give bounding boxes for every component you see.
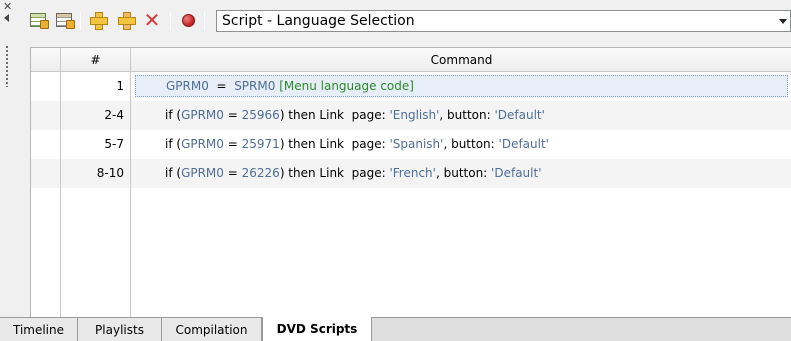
toolbar-separator: [80, 12, 81, 30]
command-token: Link: [319, 166, 344, 180]
script-select[interactable]: Script - Language Selection: [216, 10, 791, 32]
record-icon: [181, 13, 195, 27]
command-token: SPRM0: [234, 79, 276, 93]
command-cell[interactable]: if (GPRM0 = 25966) then Link page: 'Engl…: [135, 104, 788, 126]
command-token: page:: [344, 137, 390, 151]
command-cell[interactable]: if (GPRM0 = 26226) then Link page: 'Fren…: [135, 162, 788, 184]
delete-command-icon: ✕: [143, 8, 161, 32]
chevron-down-icon[interactable]: [779, 19, 787, 24]
tab-compilation[interactable]: Compilation: [162, 318, 262, 341]
command-token: , button:: [443, 137, 499, 151]
command-token: Link: [319, 137, 344, 151]
table-row[interactable]: 2-4 if (GPRM0 = 25966) then Link page: 'E…: [31, 101, 791, 130]
tab-dvd-scripts[interactable]: DVD Scripts: [262, 317, 372, 341]
command-token: GPRM0: [181, 137, 224, 151]
command-token: 25971: [241, 137, 280, 151]
command-token: if (: [165, 166, 182, 180]
command-token: [Menu language code]: [275, 79, 414, 93]
command-token: if (: [165, 108, 182, 122]
command-token: 'Spanish': [389, 137, 444, 151]
row-indicator-header: [31, 48, 61, 72]
command-cell[interactable]: GPRM0 = SPRM0 [Menu language code]: [135, 75, 788, 97]
command-token: Link: [319, 108, 344, 122]
command-token: 26226: [241, 166, 280, 180]
command-grid: # Command 1 GPRM0 = SPRM0 [Menu language …: [30, 47, 791, 318]
command-token: ) then: [279, 108, 320, 122]
table-row[interactable]: 8-10 if (GPRM0 = 26226) then Link page: '…: [31, 159, 791, 188]
command-token: page:: [344, 166, 390, 180]
command-token: , button:: [435, 166, 492, 180]
table-edit-button[interactable]: [54, 10, 75, 30]
insert-command-button[interactable]: [88, 10, 108, 30]
command-token: if (: [165, 137, 182, 151]
append-command-button[interactable]: [116, 10, 136, 30]
command-cell[interactable]: if (GPRM0 = 25971) then Link page: 'Span…: [135, 133, 788, 155]
table-row[interactable]: 1 GPRM0 = SPRM0 [Menu language code]: [31, 72, 791, 101]
command-token: GPRM0: [166, 79, 209, 93]
command-token: 'Default': [491, 166, 542, 180]
row-number: 1: [116, 79, 124, 93]
append-command-icon: [117, 11, 136, 30]
column-header-command[interactable]: Command: [131, 48, 791, 72]
table-add-button[interactable]: [28, 10, 49, 30]
table-add-icon: [30, 13, 49, 29]
table-edit-icon: [56, 13, 75, 29]
command-token: page:: [344, 108, 390, 122]
drag-grip-icon[interactable]: [5, 45, 9, 87]
delete-command-button[interactable]: ✕: [142, 10, 162, 30]
command-token: GPRM0: [181, 166, 224, 180]
grid-divider: [60, 72, 61, 318]
command-token: , button:: [439, 108, 495, 122]
script-toolbar: ✕ Script - Language Selection: [20, 6, 791, 36]
command-token: =: [208, 79, 235, 93]
row-number: 8-10: [96, 166, 124, 180]
panel-handle: ✕: [0, 0, 20, 317]
tab-playlists[interactable]: Playlists: [78, 318, 162, 341]
pin-icon[interactable]: [4, 14, 9, 22]
table-row[interactable]: 5-7 if (GPRM0 = 25971) then Link page: 'S…: [31, 130, 791, 159]
toolbar-separator: [170, 12, 171, 30]
command-token: GPRM0: [181, 108, 224, 122]
command-token: 'Default': [494, 108, 545, 122]
toolbar-separator: [204, 12, 205, 30]
row-number: 2-4: [104, 108, 124, 122]
row-number: 5-7: [104, 137, 124, 151]
command-token: ) then: [279, 137, 320, 151]
column-header-number[interactable]: #: [61, 48, 131, 72]
command-token: 'English': [389, 108, 440, 122]
command-token: 'Default': [498, 137, 549, 151]
tab-timeline[interactable]: Timeline: [0, 318, 78, 341]
command-token: ) then: [279, 166, 320, 180]
command-token: =: [223, 137, 242, 151]
close-icon[interactable]: ✕: [3, 1, 12, 12]
dvd-scripts-panel: ✕ ✕ Script - Language Selection # Comman…: [0, 0, 791, 341]
command-token: 'French': [389, 166, 436, 180]
insert-command-icon: [89, 11, 108, 30]
command-token: =: [223, 108, 242, 122]
command-token: 25966: [241, 108, 280, 122]
record-button[interactable]: [178, 10, 198, 30]
script-select-value: Script - Language Selection: [222, 13, 415, 29]
command-token: =: [223, 166, 242, 180]
grid-divider: [130, 72, 131, 318]
bottom-tab-bar: Timeline Playlists Compilation DVD Scripts: [0, 317, 791, 341]
